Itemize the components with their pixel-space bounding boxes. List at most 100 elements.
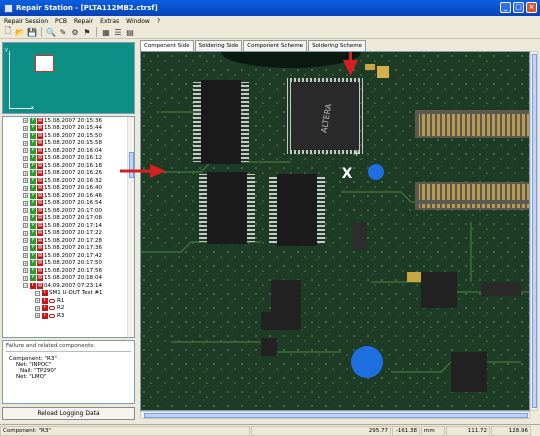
tab-soldering-scheme[interactable]: Soldering Scheme: [308, 40, 366, 51]
tree-row[interactable]: + P ▤ 15.08.2007 20:18:04: [3, 275, 134, 283]
log-entry-timestamp: 15.08.2007 20:17:14: [44, 222, 102, 229]
tree-row[interactable]: + P ▤ 15.08.2007 20:16:04: [3, 147, 134, 155]
expand-toggle[interactable]: +: [23, 238, 28, 244]
pcb-horizontal-scrollbar-thumb[interactable]: [144, 413, 528, 418]
tree-row[interactable]: + P ▤ 15.08.2007 20:16:32: [3, 177, 134, 185]
open-icon[interactable]: 📂: [15, 27, 25, 37]
pcb-image[interactable]: ALTERA X +: [141, 52, 530, 411]
expand-toggle[interactable]: +: [23, 275, 28, 281]
expand-toggle[interactable]: +: [23, 193, 28, 199]
tab-component-scheme[interactable]: Component Scheme: [243, 40, 308, 51]
expand-toggle[interactable]: +: [23, 215, 28, 221]
log-entry-icon: ▤: [37, 200, 43, 207]
tree-row[interactable]: + P ▤ 15.08.2007 20:16:46: [3, 192, 134, 200]
menu-pcb[interactable]: PCB: [55, 18, 67, 25]
tree-row[interactable]: + P ▤ 15.08.2007 20:15:44: [3, 125, 134, 133]
log-entry-icon: ▤: [37, 215, 43, 222]
expand-toggle[interactable]: +: [23, 170, 28, 176]
expand-toggle[interactable]: +: [23, 125, 28, 131]
menu-help[interactable]: ?: [157, 18, 160, 25]
close-button[interactable]: ×: [526, 2, 537, 13]
pcb-view[interactable]: ALTERA X +: [140, 51, 530, 411]
tree-row[interactable]: + P ▤ 15.08.2007 20:17:22: [3, 230, 134, 238]
tree-row[interactable]: + P ▤ 15.08.2007 20:16:18: [3, 162, 134, 170]
expand-toggle[interactable]: +: [23, 178, 28, 184]
minimize-button[interactable]: _: [500, 2, 511, 13]
tree-row[interactable]: + P ▤ 15.08.2007 20:15:50: [3, 132, 134, 140]
tree-row-component[interactable]: + F R2: [3, 305, 134, 313]
tree-row[interactable]: + P ▤ 15.08.2007 20:17:00: [3, 207, 134, 215]
pcb-navigator[interactable]: y x: [2, 42, 135, 114]
log-entry-timestamp: 15.08.2007 20:15:58: [44, 140, 102, 147]
pass-status-icon: P: [30, 185, 36, 192]
menu-window[interactable]: Window: [126, 18, 150, 25]
new-icon[interactable]: 🗋: [3, 26, 13, 37]
tree-row[interactable]: + P ▤ 15.08.2007 20:17:36: [3, 245, 134, 253]
log-entry-timestamp: 15.08.2007 20:17:42: [44, 252, 102, 259]
expand-toggle[interactable]: +: [35, 313, 40, 319]
expand-toggle[interactable]: −: [23, 283, 28, 289]
pcb-vertical-scrollbar[interactable]: [530, 51, 538, 411]
expand-toggle[interactable]: +: [23, 118, 28, 124]
ic-small: [451, 352, 487, 392]
expand-toggle[interactable]: +: [23, 253, 28, 259]
tab-component-side[interactable]: Component Side: [140, 40, 194, 51]
tree-row[interactable]: + P ▤ 15.08.2007 20:17:50: [3, 260, 134, 268]
pcb-horizontal-scrollbar[interactable]: [140, 411, 530, 419]
tree-row[interactable]: + P ▤ 15.08.2007 20:16:26: [3, 170, 134, 178]
pcb-vertical-scrollbar-thumb[interactable]: [532, 54, 537, 408]
expand-toggle[interactable]: +: [23, 268, 28, 274]
list-icon[interactable]: ☰: [113, 27, 123, 37]
pass-status-icon: P: [30, 222, 36, 229]
tree-row-component[interactable]: + F R3: [3, 312, 134, 320]
tree-row[interactable]: + P ▤ 15.08.2007 20:16:12: [3, 155, 134, 163]
tree-row[interactable]: + P ▤ 15.08.2007 20:17:56: [3, 267, 134, 275]
expand-toggle[interactable]: +: [23, 223, 28, 229]
expand-toggle[interactable]: +: [23, 148, 28, 154]
ic-soic-mid-left: [207, 172, 247, 244]
tree-row[interactable]: + P ▤ 15.08.2007 20:15:36: [3, 117, 134, 125]
tree-row[interactable]: + P ▤ 15.08.2007 20:17:08: [3, 215, 134, 223]
tree-row-component[interactable]: + F R1: [3, 297, 134, 305]
expand-toggle[interactable]: +: [23, 245, 28, 251]
menu-extras[interactable]: Extras: [100, 18, 119, 25]
menu-repair-session[interactable]: Repair Session: [4, 18, 48, 25]
expand-toggle[interactable]: +: [23, 133, 28, 139]
layer-icon[interactable]: ▤: [125, 27, 135, 37]
expand-toggle[interactable]: +: [23, 185, 28, 191]
expand-toggle[interactable]: +: [23, 260, 28, 266]
logging-tree[interactable]: + P ▤ 15.08.2007 20:15:36 + P ▤ 15.08.2007 20:1…: [2, 116, 135, 338]
save-icon[interactable]: 💾: [27, 27, 37, 37]
expand-toggle[interactable]: −: [35, 290, 40, 296]
tree-row[interactable]: − F ▤ 04.09.2007 07:23:14: [3, 282, 134, 290]
tree-scrollbar[interactable]: [127, 117, 134, 337]
tree-row[interactable]: + P ▤ 15.08.2007 20:15:58: [3, 140, 134, 148]
expand-toggle[interactable]: +: [23, 163, 28, 169]
tab-soldering-side[interactable]: Soldering Side: [194, 40, 243, 51]
expand-toggle[interactable]: +: [23, 140, 28, 146]
tree-row[interactable]: + P ▤ 15.08.2007 20:16:40: [3, 185, 134, 193]
y-axis-label: y: [5, 47, 8, 53]
tree-row[interactable]: + P ▤ 15.08.2007 20:17:28: [3, 237, 134, 245]
component-icon[interactable]: ⚙: [70, 27, 80, 37]
reload-logging-data-button[interactable]: Reload Logging Data: [2, 407, 135, 420]
log-entry-timestamp: 15.08.2007 20:16:26: [44, 170, 102, 177]
tree-row[interactable]: + P ▤ 15.08.2007 20:17:14: [3, 222, 134, 230]
tree-row[interactable]: + P ▤ 15.08.2007 20:17:42: [3, 252, 134, 260]
expand-toggle[interactable]: +: [23, 230, 28, 236]
expand-toggle[interactable]: +: [23, 200, 28, 206]
log-entry-icon: ▤: [37, 162, 43, 169]
expand-toggle[interactable]: +: [35, 305, 40, 311]
maximize-button[interactable]: □: [513, 2, 524, 13]
viewport-frame[interactable]: [35, 55, 54, 72]
probe-icon[interactable]: ✎: [58, 27, 68, 37]
expand-toggle[interactable]: +: [23, 208, 28, 214]
expand-toggle[interactable]: +: [35, 298, 40, 304]
tree-row[interactable]: + P ▤ 15.08.2007 20:16:54: [3, 200, 134, 208]
tree-row-subtest[interactable]: − F SM1 U-DUT Test #1: [3, 290, 134, 298]
table-icon[interactable]: ▦: [101, 27, 111, 37]
menu-repair[interactable]: Repair: [74, 18, 93, 25]
expand-toggle[interactable]: +: [23, 155, 28, 161]
zoom-icon[interactable]: 🔍: [46, 27, 56, 37]
nail-icon[interactable]: ⚑: [82, 27, 92, 37]
